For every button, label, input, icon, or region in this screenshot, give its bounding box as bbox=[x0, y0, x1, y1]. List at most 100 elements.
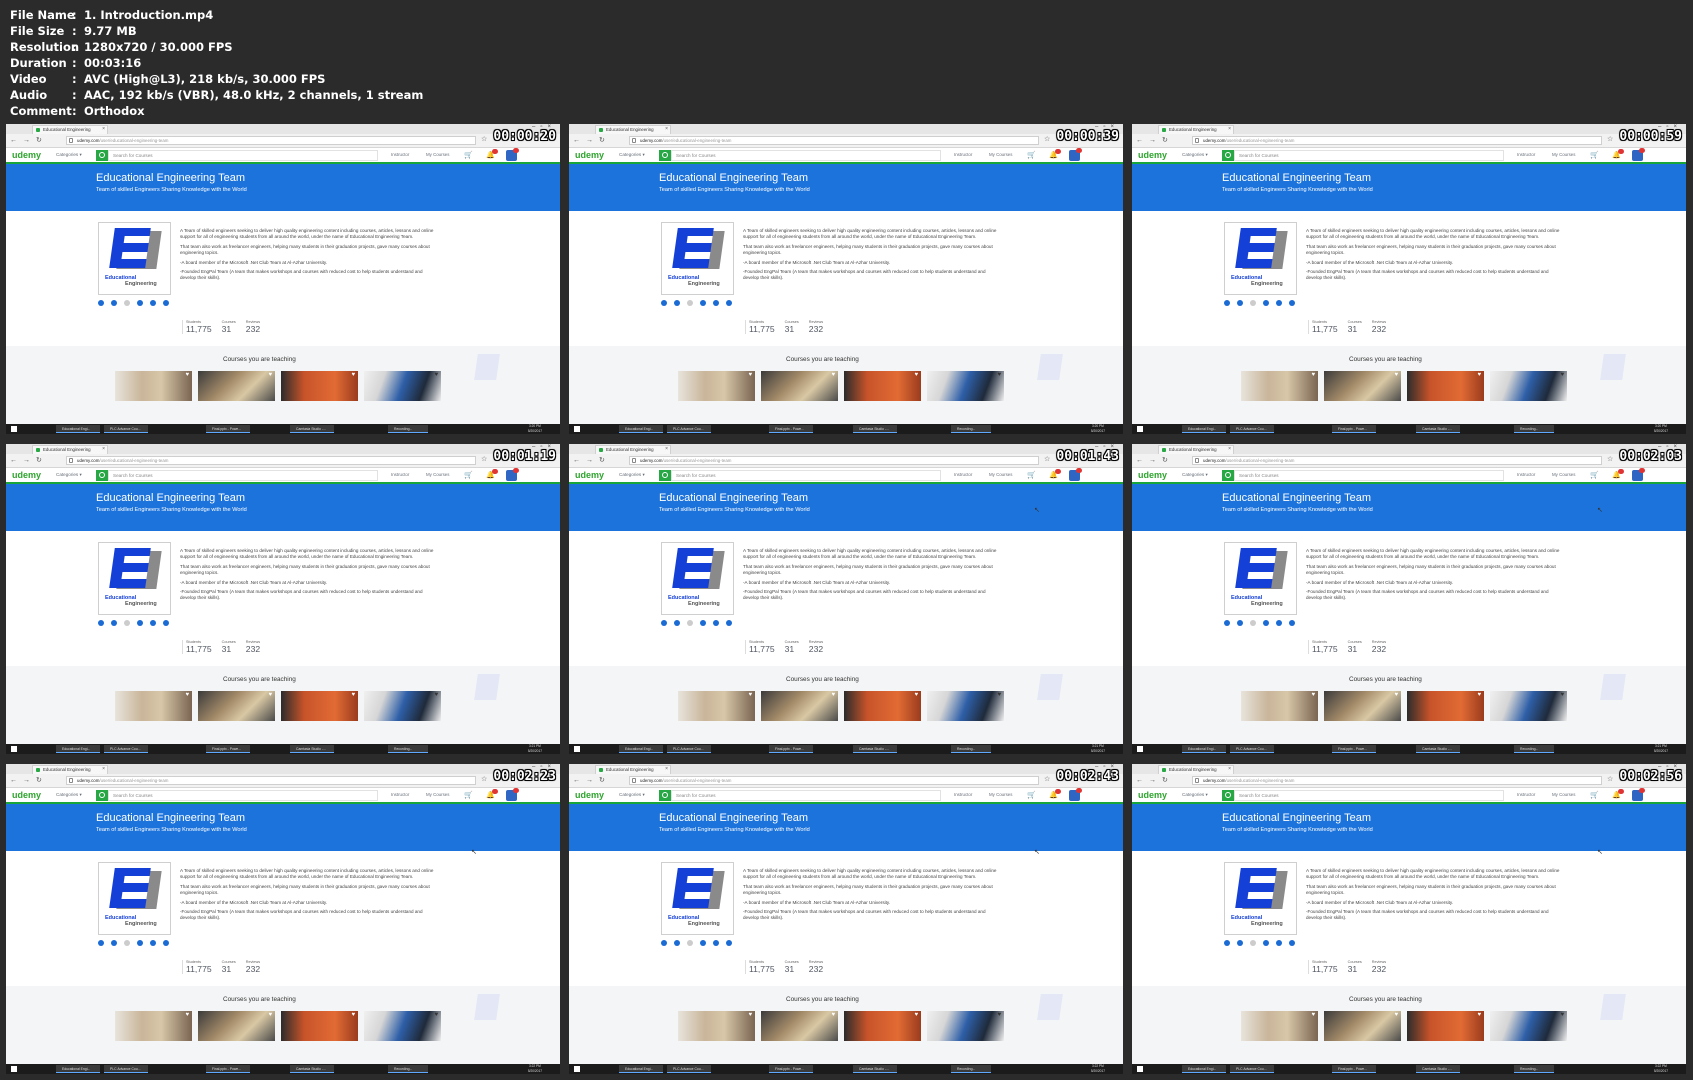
heart-icon[interactable]: ♥ bbox=[831, 1012, 835, 1018]
search-button[interactable] bbox=[96, 150, 108, 161]
course-card[interactable]: ♥ bbox=[115, 371, 192, 401]
cart-icon[interactable]: 🛒 bbox=[1027, 791, 1036, 799]
heart-icon[interactable]: ♥ bbox=[748, 372, 752, 378]
close-icon[interactable]: × bbox=[1228, 766, 1231, 772]
course-card[interactable]: ♥ bbox=[1490, 691, 1567, 721]
facebook-icon[interactable] bbox=[1263, 300, 1269, 306]
browser-tab[interactable]: Educational Engineering × bbox=[595, 445, 671, 454]
course-card[interactable]: ♥ bbox=[1490, 1011, 1567, 1041]
youtube-icon[interactable] bbox=[1289, 620, 1295, 626]
heart-icon[interactable]: ♥ bbox=[1560, 372, 1564, 378]
google-plus-icon[interactable] bbox=[687, 300, 693, 306]
search-input[interactable]: Search for Courses bbox=[1234, 790, 1504, 801]
heart-icon[interactable]: ♥ bbox=[185, 372, 189, 378]
heart-icon[interactable]: ♥ bbox=[914, 372, 918, 378]
search-button[interactable] bbox=[96, 790, 108, 801]
windows-start-icon[interactable] bbox=[1137, 426, 1143, 432]
url-field[interactable]: udemy.com/user/educational-engineering-t… bbox=[66, 456, 476, 465]
taskbar-item[interactable]: Recording... bbox=[1514, 1065, 1554, 1073]
linkedin-icon[interactable] bbox=[713, 620, 719, 626]
bookmark-star-icon[interactable]: ☆ bbox=[1044, 455, 1050, 463]
facebook-icon[interactable] bbox=[1263, 940, 1269, 946]
course-card[interactable]: ♥ bbox=[364, 691, 441, 721]
heart-icon[interactable]: ♥ bbox=[268, 372, 272, 378]
heart-icon[interactable]: ♥ bbox=[351, 692, 355, 698]
course-card[interactable]: ♥ bbox=[364, 1011, 441, 1041]
browser-tab[interactable]: Educational Engineering × bbox=[32, 765, 108, 774]
taskbar-item[interactable]: Recording... bbox=[388, 1065, 428, 1073]
back-forward-refresh-icon[interactable]: ←→↻ bbox=[10, 456, 48, 464]
google-plus-icon[interactable] bbox=[124, 940, 130, 946]
instructor-link[interactable]: Instructor bbox=[1517, 472, 1535, 477]
bookmark-star-icon[interactable]: ☆ bbox=[1607, 455, 1613, 463]
youtube-icon[interactable] bbox=[1289, 940, 1295, 946]
heart-icon[interactable]: ♥ bbox=[268, 1012, 272, 1018]
facebook-icon[interactable] bbox=[137, 940, 143, 946]
heart-icon[interactable]: ♥ bbox=[1394, 1012, 1398, 1018]
heart-icon[interactable]: ♥ bbox=[1560, 692, 1564, 698]
heart-icon[interactable]: ♥ bbox=[434, 692, 438, 698]
website-icon[interactable] bbox=[1224, 620, 1230, 626]
my-courses-link[interactable]: My Courses bbox=[426, 472, 449, 477]
course-card[interactable]: ♥ bbox=[198, 1011, 275, 1041]
search-input[interactable]: Search for Courses bbox=[671, 790, 941, 801]
taskbar-item[interactable]: Final.pptx - Powe... bbox=[769, 1065, 813, 1073]
course-card[interactable]: ♥ bbox=[1241, 691, 1318, 721]
udemy-logo[interactable]: udemy bbox=[575, 150, 604, 160]
course-card[interactable]: ♥ bbox=[761, 691, 838, 721]
search-input[interactable]: Search for Courses bbox=[108, 790, 378, 801]
taskbar-item[interactable]: Educational Engi... bbox=[1182, 1065, 1226, 1073]
heart-icon[interactable]: ♥ bbox=[1311, 1012, 1315, 1018]
windows-start-icon[interactable] bbox=[574, 1066, 580, 1072]
youtube-icon[interactable] bbox=[163, 300, 169, 306]
heart-icon[interactable]: ♥ bbox=[434, 372, 438, 378]
linkedin-icon[interactable] bbox=[1276, 620, 1282, 626]
website-icon[interactable] bbox=[98, 620, 104, 626]
taskbar-item[interactable]: Recording... bbox=[388, 425, 428, 433]
twitter-icon[interactable] bbox=[111, 620, 117, 626]
twitter-icon[interactable] bbox=[111, 940, 117, 946]
website-icon[interactable] bbox=[661, 940, 667, 946]
cart-icon[interactable]: 🛒 bbox=[1590, 151, 1599, 159]
my-courses-link[interactable]: My Courses bbox=[1552, 472, 1575, 477]
taskbar-item[interactable]: Educational Engi... bbox=[619, 1065, 663, 1073]
taskbar-item[interactable]: Final.pptx - Powe... bbox=[1332, 425, 1376, 433]
taskbar-item[interactable]: PLC Advance Cou... bbox=[1230, 425, 1274, 433]
course-card[interactable]: ♥ bbox=[281, 1011, 358, 1041]
youtube-icon[interactable] bbox=[1289, 300, 1295, 306]
heart-icon[interactable]: ♥ bbox=[831, 372, 835, 378]
bookmark-star-icon[interactable]: ☆ bbox=[481, 775, 487, 783]
cart-icon[interactable]: 🛒 bbox=[1590, 791, 1599, 799]
twitter-icon[interactable] bbox=[111, 300, 117, 306]
heart-icon[interactable]: ♥ bbox=[997, 692, 1001, 698]
close-icon[interactable]: × bbox=[102, 126, 105, 132]
course-card[interactable]: ♥ bbox=[1490, 371, 1567, 401]
instructor-link[interactable]: Instructor bbox=[1517, 792, 1535, 797]
bookmark-star-icon[interactable]: ☆ bbox=[1044, 135, 1050, 143]
browser-tab[interactable]: Educational Engineering × bbox=[595, 765, 671, 774]
taskbar-item[interactable]: Final.pptx - Powe... bbox=[769, 425, 813, 433]
facebook-icon[interactable] bbox=[137, 300, 143, 306]
course-card[interactable]: ♥ bbox=[1324, 371, 1401, 401]
categories-menu[interactable]: Categories ▾ bbox=[56, 472, 82, 478]
twitter-icon[interactable] bbox=[674, 940, 680, 946]
my-courses-link[interactable]: My Courses bbox=[989, 472, 1012, 477]
taskbar-item[interactable]: Recording... bbox=[951, 1065, 991, 1073]
heart-icon[interactable]: ♥ bbox=[1477, 692, 1481, 698]
course-card[interactable]: ♥ bbox=[678, 691, 755, 721]
heart-icon[interactable]: ♥ bbox=[1477, 1012, 1481, 1018]
course-card[interactable]: ♥ bbox=[1407, 691, 1484, 721]
course-card[interactable]: ♥ bbox=[1324, 691, 1401, 721]
google-plus-icon[interactable] bbox=[1250, 300, 1256, 306]
taskbar-item[interactable]: Recording... bbox=[951, 425, 991, 433]
windows-start-icon[interactable] bbox=[11, 426, 17, 432]
udemy-logo[interactable]: udemy bbox=[1138, 150, 1167, 160]
taskbar-item[interactable]: Final.pptx - Powe... bbox=[1332, 745, 1376, 753]
twitter-icon[interactable] bbox=[1237, 620, 1243, 626]
linkedin-icon[interactable] bbox=[1276, 940, 1282, 946]
course-card[interactable]: ♥ bbox=[844, 371, 921, 401]
heart-icon[interactable]: ♥ bbox=[831, 692, 835, 698]
my-courses-link[interactable]: My Courses bbox=[426, 792, 449, 797]
url-field[interactable]: udemy.com/user/educational-engineering-t… bbox=[1192, 136, 1602, 145]
categories-menu[interactable]: Categories ▾ bbox=[619, 472, 645, 478]
